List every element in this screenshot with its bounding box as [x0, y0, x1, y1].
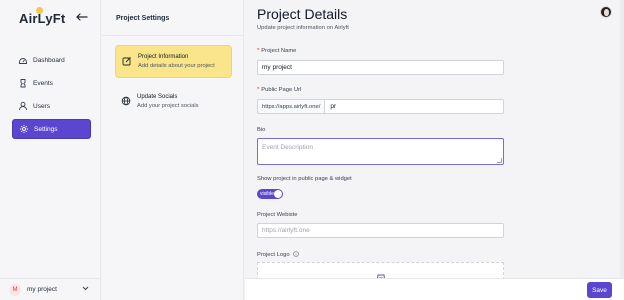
- events-icon: [18, 78, 28, 88]
- logo-text: AirLyFt: [19, 11, 66, 26]
- public-url-input[interactable]: pr: [324, 99, 504, 114]
- required-asterisk: *: [257, 87, 260, 93]
- edit-icon: [122, 56, 132, 66]
- sidebar-item-label: Dashboard: [33, 56, 65, 64]
- settings-item-project-information[interactable]: Project Information Add details about yo…: [115, 45, 232, 78]
- save-button[interactable]: Save: [587, 282, 612, 298]
- divider: [102, 35, 244, 36]
- bio-textarea[interactable]: Event Description: [257, 138, 504, 165]
- settings-title: Project Settings: [116, 15, 170, 22]
- project-name-label: * Project Name: [257, 48, 296, 54]
- logo-label: Project Logo: [257, 251, 299, 258]
- input-value: my project: [262, 64, 292, 71]
- settings-item-subtitle: Add your project socials: [137, 103, 199, 109]
- settings-item-title: Update Socials: [137, 94, 178, 100]
- toggle-knob: [274, 190, 282, 198]
- toggle-text: visible: [260, 191, 274, 197]
- user-icon: [18, 101, 28, 111]
- globe-icon: [121, 96, 131, 106]
- label-text: Project Name: [261, 48, 297, 54]
- settings-panel: Project Settings Project Information Add…: [102, 0, 244, 300]
- bio-placeholder: Event Description: [262, 144, 313, 151]
- project-switcher[interactable]: M my project: [0, 278, 101, 300]
- dashboard-icon: [18, 55, 28, 65]
- main-sidebar: AirLyFt Dashboard Events Users Settings …: [0, 0, 101, 300]
- bio-label: Bio: [257, 127, 266, 133]
- settings-item-title: Project Information: [138, 54, 189, 60]
- settings-item-subtitle: Add details about your project: [138, 63, 215, 69]
- sidebar-item-label: Users: [33, 102, 50, 110]
- form-footer: Save: [245, 278, 624, 300]
- sidebar-item-settings[interactable]: Settings: [12, 119, 91, 139]
- website-input[interactable]: https://airlyft.one: [257, 223, 504, 238]
- url-prefix: https://apps.airlyft.one/: [257, 99, 325, 114]
- project-name: my project: [27, 286, 57, 293]
- logo-dot: [36, 7, 43, 14]
- user-avatar[interactable]: [600, 6, 612, 18]
- info-icon: [293, 251, 299, 257]
- main-content: Project Details Update project informati…: [245, 0, 624, 300]
- gear-icon: [19, 124, 29, 134]
- project-name-input[interactable]: my project: [257, 60, 504, 75]
- page-subtitle: Update project information on Airlyft: [257, 25, 349, 31]
- chevron-down-icon: [82, 286, 89, 293]
- required-asterisk: *: [257, 48, 260, 54]
- settings-item-update-socials[interactable]: Update Socials Add your project socials: [115, 86, 232, 119]
- app-logo[interactable]: AirLyFt: [19, 7, 66, 26]
- website-label: Project Webiste: [257, 212, 298, 218]
- visibility-toggle[interactable]: visible: [257, 189, 283, 199]
- visibility-label: Show project in public page & widget: [257, 176, 352, 182]
- sidebar-item-label: Settings: [34, 125, 58, 133]
- sidebar-item-dashboard[interactable]: Dashboard: [12, 50, 91, 70]
- public-url-field: https://apps.airlyft.one/ pr: [257, 99, 504, 114]
- website-placeholder: https://airlyft.one: [262, 227, 310, 234]
- page-title: Project Details: [257, 6, 348, 22]
- label-text: Public Page Url: [261, 87, 302, 93]
- sidebar-item-events[interactable]: Events: [12, 73, 91, 93]
- collapse-sidebar-button[interactable]: [75, 10, 89, 24]
- project-avatar: M: [9, 283, 21, 296]
- arrow-left-icon: [76, 13, 88, 21]
- sidebar-item-users[interactable]: Users: [12, 96, 91, 116]
- label-text: Project Logo: [257, 252, 290, 258]
- resize-handle[interactable]: [497, 158, 502, 163]
- scrollbar[interactable]: [620, 0, 624, 278]
- sidebar-item-label: Events: [33, 79, 53, 87]
- public-url-label: * Public Page Url: [257, 87, 301, 93]
